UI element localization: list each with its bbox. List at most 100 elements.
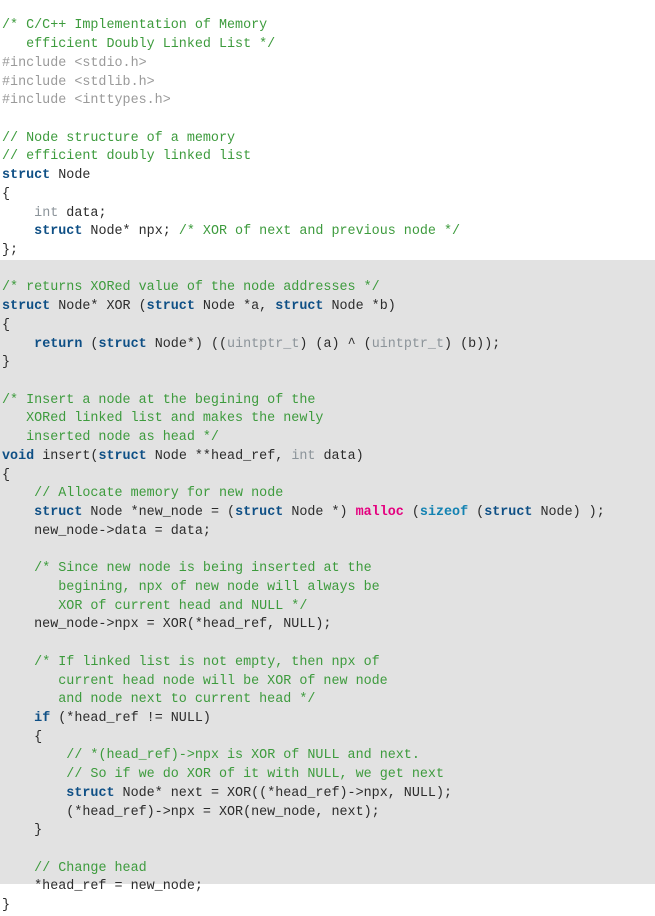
code-token-kw: struct <box>2 168 51 184</box>
code-token-cm: efficient Doubly Linked List */ <box>2 37 276 53</box>
code-token-kw: struct <box>2 299 51 315</box>
code-line: // Change head <box>2 860 655 879</box>
code-token-cm: XORed linked list and makes the newly <box>2 411 324 427</box>
code-token-kw: struct <box>98 448 147 464</box>
code-line: #include <stdio.h> <box>2 55 655 74</box>
code-token-cm: XOR of current head and NULL */ <box>2 598 308 614</box>
code-token-kw: void <box>2 448 35 464</box>
code-token-pl: Node) ); <box>532 505 605 521</box>
code-token-ty: uintptr_t <box>227 336 300 352</box>
code-token-pl: ) (b)); <box>444 336 501 352</box>
code-token-ty: uintptr_t <box>371 336 445 352</box>
code-token-cm: // Node structure of a memory <box>2 130 236 146</box>
code-token-cm: /* C/C++ Implementation of Memory <box>2 18 268 34</box>
code-line: struct Node* XOR (struct Node *a, struct… <box>2 298 655 317</box>
code-token-pl: Node* npx; <box>82 224 179 240</box>
code-token-pl: insert( <box>34 448 99 464</box>
code-token-kw: struct <box>34 224 83 240</box>
code-token-pp: #include <stdlib.h> <box>2 74 155 90</box>
code-token-pl: *head_ref = new_node; <box>2 879 203 895</box>
code-line: *head_ref = new_node; <box>2 878 655 897</box>
code-line: current head node will be XOR of new nod… <box>2 673 655 692</box>
code-token-cm: and node next to current head */ <box>2 692 316 708</box>
code-line: #include <stdlib.h> <box>2 74 655 93</box>
code-line: (*head_ref)->npx = XOR(new_node, next); <box>2 804 655 823</box>
code-token-fn: malloc <box>355 505 404 521</box>
code-line: } <box>2 354 655 373</box>
code-token-cm: // Allocate memory for new node <box>34 486 284 502</box>
code-token-pl: ( <box>403 505 420 521</box>
code-line: int data; <box>2 205 655 224</box>
code-token-kw: struct <box>146 299 195 315</box>
code-token-kw: struct <box>34 505 83 521</box>
code-token-cm: // *(head_ref)->npx is XOR of NULL and n… <box>66 748 420 764</box>
code-line: }; <box>2 242 655 261</box>
code-token-pl: data) <box>315 448 364 464</box>
code-line: // efficient doubly linked list <box>2 148 655 167</box>
code-token-ty: int <box>34 205 59 221</box>
code-token-pl: Node*) (( <box>146 336 228 352</box>
code-line: XOR of current head and NULL */ <box>2 598 655 617</box>
code-line: /* C/C++ Implementation of Memory <box>2 17 655 36</box>
code-token-cm: /* If linked list is not empty, then npx… <box>34 654 380 670</box>
code-token-cm: // efficient doubly linked list <box>2 149 252 165</box>
code-line: if (*head_ref != NULL) <box>2 710 655 729</box>
code-token-pl: { <box>2 467 11 483</box>
code-token-cm: /* XOR of next and previous node */ <box>178 224 461 240</box>
code-token-pl: new_node->npx = XOR(*head_ref, NULL); <box>2 617 332 633</box>
code-line: // So if we do XOR of it with NULL, we g… <box>2 766 655 785</box>
code-token-pl: }; <box>2 243 19 259</box>
code-line: inserted node as head */ <box>2 429 655 448</box>
code-line: /* Insert a node at the begining of the <box>2 392 655 411</box>
code-line: } <box>2 897 655 916</box>
code-token-cm: current head node will be XOR of new nod… <box>2 673 388 689</box>
code-line: return (struct Node*) ((uintptr_t) (a) ^… <box>2 336 655 355</box>
code-line: void insert(struct Node **head_ref, int … <box>2 448 655 467</box>
code-token-cm: /* returns XORed value of the node addre… <box>2 280 380 296</box>
code-token-cm: // So if we do XOR of it with NULL, we g… <box>66 767 444 783</box>
code-line: begining, npx of new node will always be <box>2 579 655 598</box>
code-token-pl: { <box>2 317 11 333</box>
code-token-pl: (*head_ref != NULL) <box>50 710 211 726</box>
code-text[interactable]: /* C/C++ Implementation of Memory effici… <box>0 13 655 916</box>
code-line: #include <inttypes.h> <box>2 92 655 111</box>
code-line: struct Node* next = XOR((*head_ref)->npx… <box>2 785 655 804</box>
code-token-pl: Node *new_node = ( <box>82 505 236 521</box>
code-token-pl: ( <box>468 505 485 521</box>
code-token-cm: /* Insert a node at the begining of the <box>2 392 316 408</box>
code-token-cm: inserted node as head */ <box>2 430 219 446</box>
code-line: /* Since new node is being inserted at t… <box>2 560 655 579</box>
code-token-ty: int <box>291 448 316 464</box>
code-token-cm: // Change head <box>34 860 147 876</box>
code-line: XORed linked list and makes the newly <box>2 410 655 429</box>
code-token-cm: begining, npx of new node will always be <box>2 579 380 595</box>
code-line: and node next to current head */ <box>2 691 655 710</box>
code-token-pl: } <box>2 823 43 839</box>
code-token-pl: Node* next = XOR((*head_ref)->npx, NULL)… <box>114 785 453 801</box>
code-token-cm: /* Since new node is being inserted at t… <box>34 561 372 577</box>
code-line: /* If linked list is not empty, then npx… <box>2 654 655 673</box>
code-token-pl: new_node->data = data; <box>2 523 211 539</box>
code-token-kw: struct <box>235 505 284 521</box>
code-line: } <box>2 822 655 841</box>
code-line: struct Node* npx; /* XOR of next and pre… <box>2 223 655 242</box>
code-token-pl: data; <box>58 205 107 221</box>
code-token-kw: return <box>34 336 83 352</box>
code-token-pl: Node *b) <box>323 299 396 315</box>
code-token-pl: ( <box>82 336 99 352</box>
code-token-pl: Node <box>50 168 91 184</box>
